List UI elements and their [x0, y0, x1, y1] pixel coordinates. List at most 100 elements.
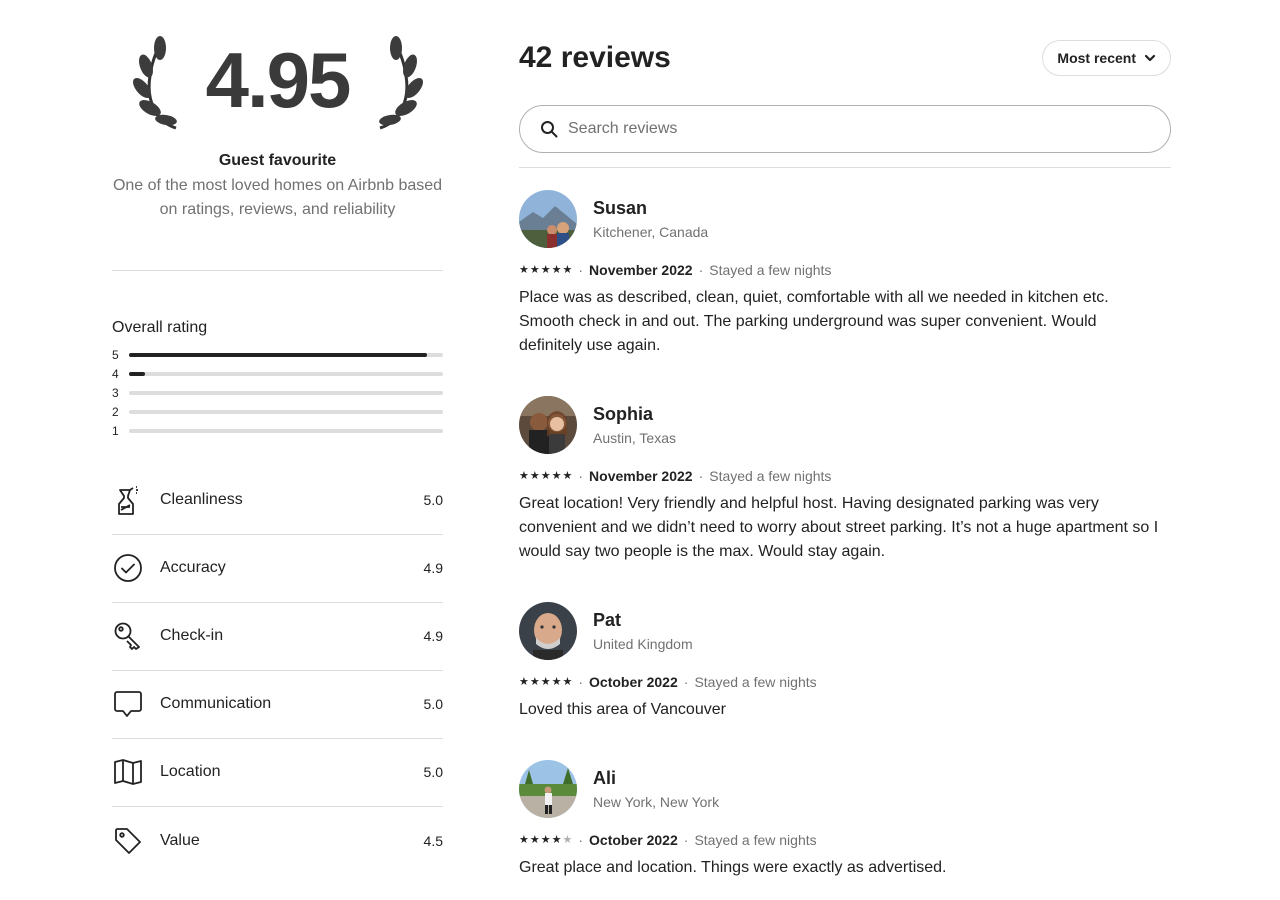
price-tag-icon	[112, 825, 144, 857]
distribution-label: 3	[112, 385, 119, 400]
category-value: 4.9	[423, 628, 443, 645]
star-rating: ★ ★ ★ ★ ★	[519, 469, 572, 483]
distribution-track	[129, 410, 443, 415]
review-item: Ali New York, New York ★ ★ ★ ★ ★ · October 2…	[519, 760, 1171, 880]
distribution-row: 3	[112, 383, 443, 402]
avatar[interactable]	[519, 602, 577, 660]
distribution-track	[129, 390, 443, 395]
stay-length: Stayed a few nights	[709, 468, 832, 484]
distribution-track	[129, 352, 443, 357]
reviewer-name: Ali	[593, 768, 617, 788]
guest-favourite-title: Guest favourite	[218, 152, 337, 169]
divider	[112, 270, 443, 271]
review-item: Susan Kitchener, Canada ★ ★ ★ ★ ★ · November…	[519, 190, 1171, 358]
category-communication: Communication 5.0	[112, 671, 443, 739]
star-icon: ★	[562, 834, 573, 846]
distribution-fill	[129, 352, 428, 357]
distribution-label: 4	[112, 366, 119, 381]
distribution-track	[129, 429, 443, 434]
star-icon: ★	[519, 676, 529, 688]
sort-dropdown[interactable]: Most recent	[1042, 40, 1171, 76]
spray-bottle-icon	[112, 484, 144, 516]
star-icon: ★	[540, 470, 551, 482]
star-rating: ★ ★ ★ ★ ★	[519, 263, 572, 277]
distribution-label: 1	[112, 424, 119, 439]
category-label: Location	[160, 763, 221, 781]
review-text: Loved this area of Vancouver	[519, 701, 726, 718]
star-rating: ★ ★ ★ ★ ★	[519, 833, 572, 847]
star-rating: ★ ★ ★ ★ ★	[519, 675, 572, 689]
review-item: Sophia Austin, Texas ★ ★ ★ ★ ★ · November 20…	[519, 396, 1171, 564]
category-ratings: Cleanliness 5.0 Accuracy 4.9 Check-in 4.…	[112, 467, 443, 875]
stay-length: Stayed a few nights	[709, 262, 832, 278]
rating-summary: 4.95 Guest favourite One of the most lov…	[112, 30, 443, 875]
reviewer-location: Austin, Texas	[593, 430, 677, 446]
star-icon: ★	[562, 676, 573, 688]
score-hero: 4.95	[112, 30, 443, 142]
star-icon: ★	[529, 676, 540, 688]
category-label: Value	[160, 831, 200, 849]
category-value: 5.0	[423, 764, 443, 781]
reviewer-name: Susan	[593, 198, 648, 218]
search-bar	[519, 105, 1171, 153]
star-icon: ★	[562, 264, 573, 276]
chevron-down-icon	[1144, 54, 1156, 62]
reviewer-location: United Kingdom	[593, 636, 693, 652]
key-icon	[112, 620, 144, 652]
distribution-track	[129, 371, 443, 376]
review-meta: ★ ★ ★ ★ ★ · October 2022 · Stayed a few nigh…	[519, 832, 817, 848]
category-check-in: Check-in 4.9	[112, 603, 443, 671]
category-value: 5.0	[423, 492, 443, 509]
category-label: Check-in	[160, 627, 224, 645]
review-date: October 2022	[589, 674, 678, 690]
stay-length: Stayed a few nights	[694, 674, 817, 690]
star-icon: ★	[529, 470, 540, 482]
star-icon: ★	[551, 264, 562, 276]
review-text: Place was as described, clean, quiet, co…	[519, 289, 1109, 354]
review-meta: ★ ★ ★ ★ ★ · October 2022 · Stayed a few nigh…	[519, 674, 817, 690]
category-value: 5.0	[423, 696, 443, 713]
search-input[interactable]	[568, 120, 1128, 138]
check-circle-icon	[112, 552, 144, 584]
star-icon: ★	[519, 470, 529, 482]
review-date: October 2022	[589, 832, 678, 848]
reviewer-name: Pat	[593, 610, 622, 630]
guest-favourite-description: One of the most loved homes on Airbnb ba…	[112, 177, 443, 218]
avatar[interactable]	[519, 760, 577, 818]
category-label: Communication	[160, 695, 272, 713]
reviewer-location: New York, New York	[593, 794, 720, 810]
category-cleanliness: Cleanliness 5.0	[112, 467, 443, 535]
review-date: November 2022	[589, 262, 693, 278]
category-accuracy: Accuracy 4.9	[112, 535, 443, 603]
review-text: Great location! Very friendly and helpfu…	[519, 495, 1159, 560]
overall-rating-title: Overall rating	[112, 319, 208, 336]
star-icon: ★	[551, 470, 562, 482]
search-icon	[541, 121, 558, 138]
distribution-label: 5	[112, 347, 119, 362]
rating-distribution: 5 4 3 2 1	[112, 345, 443, 441]
reviews-panel: 42 reviews Most recent Susan Kitchener, …	[519, 40, 1171, 880]
star-icon: ★	[540, 676, 551, 688]
star-icon: ★	[529, 834, 540, 846]
star-icon: ★	[551, 676, 562, 688]
reviewer-name: Sophia	[593, 404, 654, 424]
category-location: Location 5.0	[112, 739, 443, 807]
review-date: November 2022	[589, 468, 693, 484]
overall-rating: Overall rating 5 4 3 2 1	[112, 319, 443, 441]
reviews-count: 42 reviews	[519, 41, 671, 74]
star-icon: ★	[562, 470, 573, 482]
distribution-row: 2	[112, 403, 443, 422]
review-header: Susan Kitchener, Canada	[519, 190, 1171, 248]
review-header: Ali New York, New York	[519, 760, 1171, 818]
review-header: Sophia Austin, Texas	[519, 396, 1171, 454]
avatar[interactable]	[519, 190, 577, 248]
category-label: Cleanliness	[160, 491, 243, 509]
star-icon: ★	[540, 264, 551, 276]
star-icon: ★	[540, 834, 551, 846]
star-icon: ★	[519, 264, 529, 276]
review-meta: ★ ★ ★ ★ ★ · November 2022 · Stayed a few nig…	[519, 262, 832, 278]
avatar[interactable]	[519, 396, 577, 454]
review-text: Great place and location. Things were ex…	[519, 859, 947, 876]
category-value: Value 4.5	[112, 807, 443, 875]
sort-label: Most recent	[1057, 50, 1136, 66]
